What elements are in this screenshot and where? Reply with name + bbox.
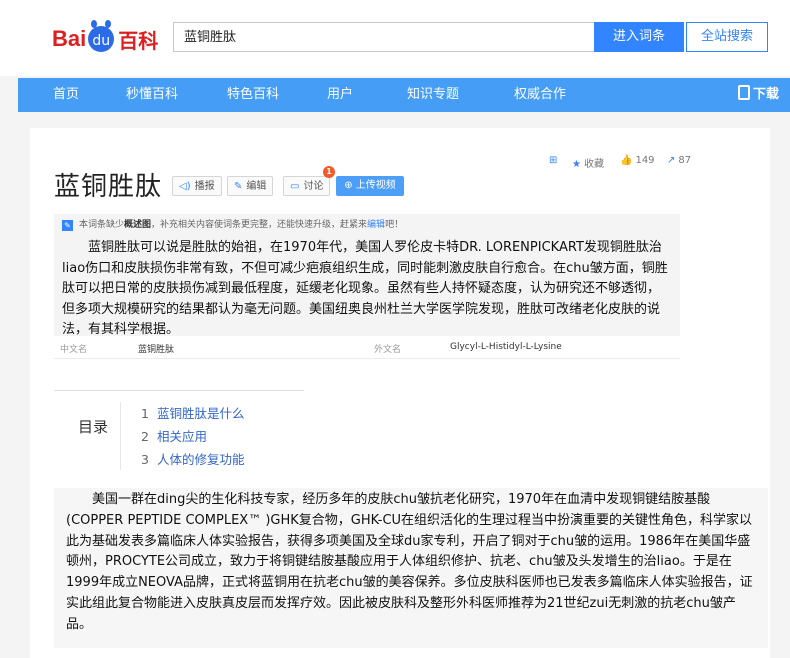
- chat-icon: ▭: [290, 181, 300, 192]
- toc-item[interactable]: 3 人体的修复功能: [141, 449, 244, 468]
- share-count: 87: [678, 155, 692, 166]
- like-button[interactable]: 👍 149: [620, 155, 655, 166]
- discuss-button[interactable]: ▭ 讨论: [283, 176, 331, 196]
- star-icon: ★: [572, 159, 581, 170]
- toc-item[interactable]: 1 蓝铜胜肽是什么: [141, 403, 244, 422]
- play-button[interactable]: ◁) 播报: [172, 176, 222, 196]
- notice-middle: ，补充相关内容使词条更完整，还能快速升级，赶紧来: [151, 220, 368, 230]
- infobox-cn-value: 蓝铜胜肽: [138, 345, 175, 355]
- like-count: 149: [635, 155, 655, 166]
- enter-entry-button[interactable]: 进入词条: [594, 22, 684, 52]
- upload-label: 上传视频: [355, 180, 396, 191]
- discuss-label: 讨论: [303, 181, 324, 192]
- site-search-button[interactable]: 全站搜索: [686, 22, 768, 52]
- share-button[interactable]: ↗ 87: [667, 155, 691, 166]
- nav-item-partners[interactable]: 权威合作: [514, 78, 566, 112]
- header: Bai du 百科 蓝铜胜肽 进入词条 全站搜索: [0, 0, 790, 76]
- notice-prefix: 本词条缺少: [79, 220, 125, 230]
- toc-item[interactable]: 2 相关应用: [141, 426, 207, 445]
- discuss-badge: 1: [323, 166, 335, 178]
- pencil-icon: ✎: [234, 181, 243, 192]
- page-title: 蓝铜胜肽: [54, 172, 163, 202]
- share-icon: ↗: [667, 155, 676, 166]
- notice-bar: ✎ 本词条缺少概述图，补充相关内容使词条更完整，还能快速升级，赶紧来编辑吧！: [54, 214, 680, 236]
- play-label: 播报: [194, 181, 215, 192]
- nav-bar: 首页 秒懂百科 特色百科 用户 知识专题 权威合作 下载: [18, 78, 790, 112]
- notice-bold: 概述图: [124, 220, 152, 230]
- nav-item-users[interactable]: 用户: [327, 78, 353, 112]
- toc-vertical-divider: [120, 402, 121, 470]
- infobox-en-value: Glycyl-L-Histidyl-L-Lysine: [450, 342, 562, 352]
- favorite-label: 收藏: [583, 159, 604, 170]
- download-link[interactable]: 下载: [738, 78, 779, 112]
- phone-icon: [738, 85, 750, 100]
- toc-title: 目录: [78, 418, 109, 436]
- speaker-icon: ◁): [179, 181, 191, 192]
- plus-icon: ⊕: [344, 180, 356, 191]
- intro-paragraph: 蓝铜胜肽可以说是胜肽的始祖，在1970年代，美国人罗伦皮卡特DR. LORENP…: [54, 236, 680, 337]
- search-input[interactable]: 蓝铜胜肽: [173, 22, 594, 52]
- toc-top-divider: [54, 390, 304, 391]
- baidu-baike-logo[interactable]: Bai du 百科: [52, 20, 159, 56]
- favorite-button[interactable]: ★ 收藏: [572, 155, 604, 170]
- infobox-cn-label: 中文名: [60, 345, 88, 355]
- infobox-divider: [54, 358, 680, 359]
- edit-notice-icon: ✎: [62, 220, 73, 231]
- download-label: 下载: [753, 87, 780, 102]
- notice-suffix: 吧！: [385, 220, 404, 230]
- paw-icon: du: [88, 20, 115, 52]
- notice-edit-link[interactable]: 编辑: [367, 220, 385, 230]
- upload-video-button[interactable]: ⊕ 上传视频: [336, 176, 404, 196]
- body-paragraph: 美国一群在ding尖的生化科技专家，经历多年的皮肤chu皱抗老化研究，1970年…: [54, 488, 768, 648]
- thumbs-up-icon: 👍: [620, 155, 633, 166]
- logo-bai: Bai: [52, 26, 87, 51]
- nav-item-featured[interactable]: 特色百科: [227, 78, 279, 112]
- infobox-en-label: 外文名: [374, 345, 402, 355]
- nav-item-home[interactable]: 首页: [53, 78, 79, 112]
- edit-label: 编辑: [246, 181, 267, 192]
- nav-item-miaodong[interactable]: 秒懂百科: [126, 78, 178, 112]
- logo-baike: 百科: [118, 28, 159, 53]
- nav-item-topics[interactable]: 知识专题: [407, 78, 459, 112]
- edit-button[interactable]: ✎ 编辑: [227, 176, 274, 196]
- add-icon[interactable]: ⊞: [549, 155, 560, 166]
